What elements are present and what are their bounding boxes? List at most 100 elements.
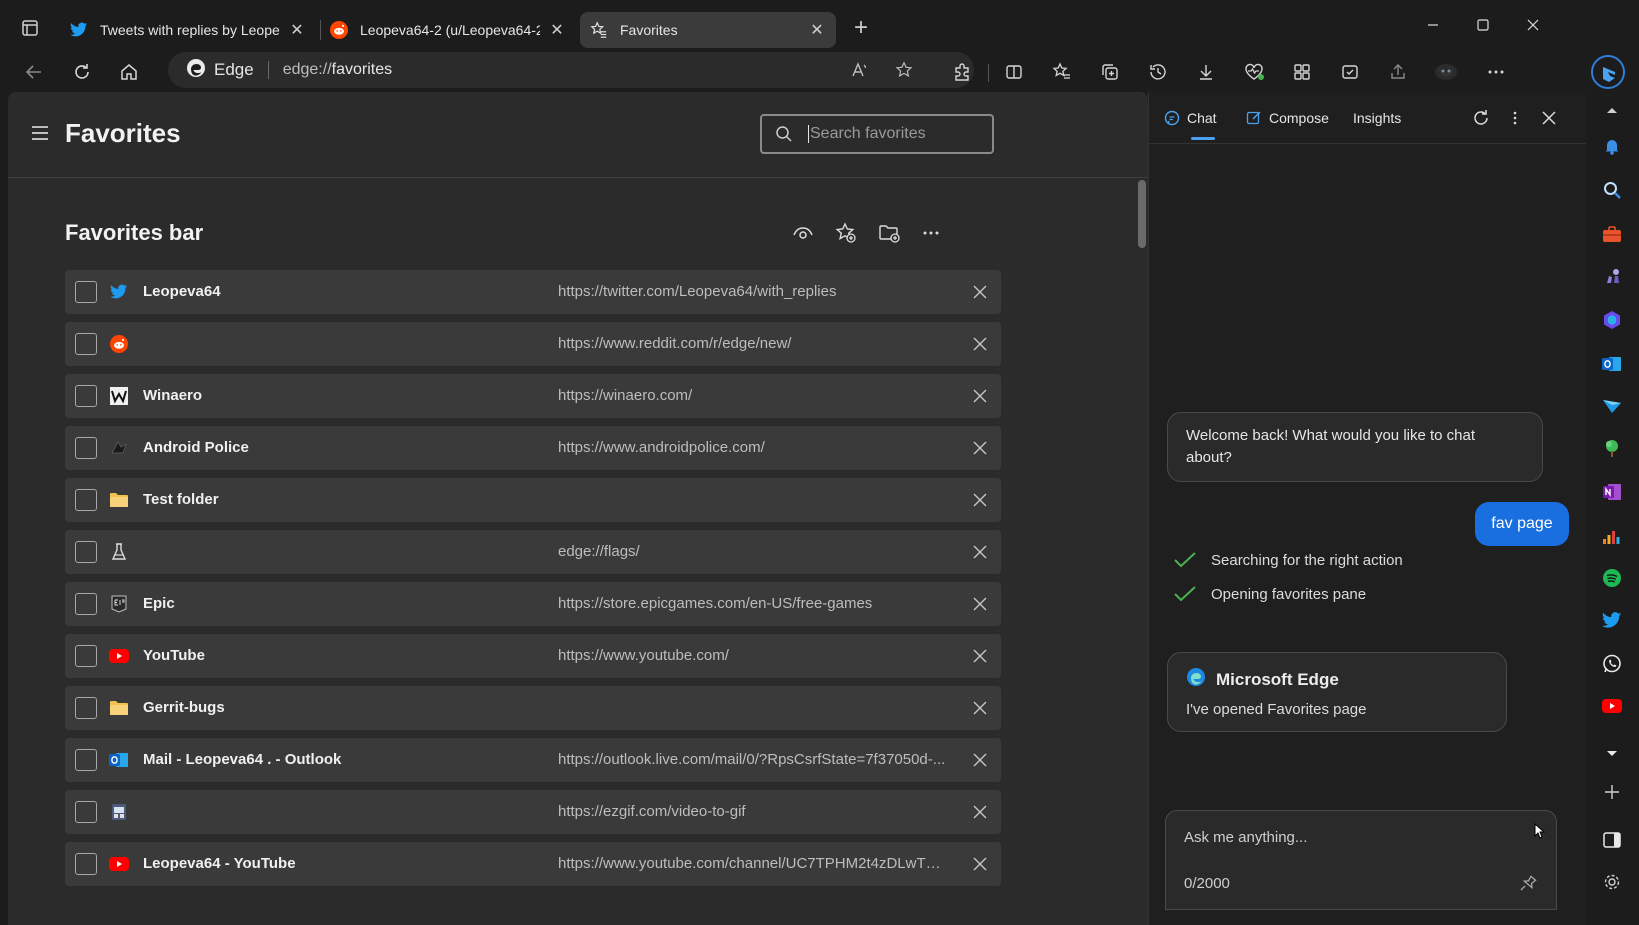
tree-icon[interactable] (1598, 434, 1626, 462)
back-button[interactable] (18, 56, 50, 88)
scroll-up-icon[interactable] (1598, 96, 1626, 124)
search-input[interactable] (808, 125, 978, 143)
favorites-icon[interactable] (1046, 56, 1078, 88)
hide-sidebar-icon[interactable] (1598, 826, 1626, 854)
maximize-button[interactable] (1460, 10, 1506, 40)
row-checkbox[interactable] (75, 853, 97, 875)
close-tab-icon[interactable]: ✕ (548, 21, 566, 39)
favorite-folder-row[interactable]: Gerrit-bugs (65, 686, 1001, 730)
minimize-button[interactable] (1410, 10, 1456, 40)
tab-favorites[interactable]: Favorites ✕ (580, 12, 836, 48)
delete-icon[interactable] (969, 281, 991, 303)
microsoft365-icon[interactable] (1598, 306, 1626, 334)
row-checkbox[interactable] (75, 697, 97, 719)
row-checkbox[interactable] (75, 281, 97, 303)
equalizer-icon[interactable] (1598, 522, 1626, 550)
row-checkbox[interactable] (75, 749, 97, 771)
collections-icon[interactable] (1094, 56, 1126, 88)
chat-input[interactable]: Ask me anything... 0/2000 (1165, 810, 1557, 910)
add-folder-icon[interactable] (874, 218, 904, 248)
favorite-row[interactable]: https://www.reddit.com/r/edge/new/ (65, 322, 1001, 366)
whatsapp-icon[interactable] (1598, 650, 1626, 678)
tab-actions-icon[interactable] (14, 12, 46, 44)
refresh-button[interactable] (66, 56, 98, 88)
address-bar[interactable]: Edge edge://favorites (168, 52, 974, 88)
read-aloud-icon[interactable] (844, 54, 876, 86)
url-text[interactable]: edge://favorites (283, 61, 392, 79)
drop-icon[interactable] (1598, 392, 1626, 420)
row-checkbox[interactable] (75, 645, 97, 667)
onenote-icon[interactable] (1598, 478, 1626, 506)
row-checkbox[interactable] (75, 489, 97, 511)
favorite-name[interactable]: Gerrit-bugs (143, 699, 225, 716)
scroll-down-icon[interactable] (1598, 740, 1626, 768)
pane-more-icon[interactable] (1501, 104, 1529, 132)
spotify-icon[interactable] (1598, 564, 1626, 592)
sidebar-settings-icon[interactable] (1598, 868, 1626, 896)
delete-icon[interactable] (969, 489, 991, 511)
home-button[interactable] (113, 56, 145, 88)
split-screen-icon[interactable] (998, 56, 1030, 88)
favorite-row[interactable]: Epic https://store.epicgames.com/en-US/f… (65, 582, 1001, 626)
delete-icon[interactable] (969, 385, 991, 407)
apps-icon[interactable] (1286, 56, 1318, 88)
more-options-icon[interactable] (916, 218, 946, 248)
extensions-icon[interactable] (946, 56, 978, 88)
more-menu-icon[interactable] (1480, 56, 1512, 88)
history-icon[interactable] (1142, 56, 1174, 88)
tab-chat[interactable]: Chat (1163, 106, 1217, 140)
delete-icon[interactable] (969, 541, 991, 563)
close-pane-icon[interactable] (1535, 104, 1563, 132)
row-checkbox[interactable] (75, 593, 97, 615)
games-icon[interactable] (1598, 262, 1626, 290)
favorite-name[interactable]: Winaero (143, 387, 202, 404)
edge-chip[interactable]: Edge (186, 58, 254, 83)
chat-input-placeholder[interactable]: Ask me anything... (1184, 829, 1307, 846)
delete-icon[interactable] (969, 853, 991, 875)
favorite-row[interactable]: edge://flags/ (65, 530, 1001, 574)
favorite-row[interactable]: https://ezgif.com/video-to-gif (65, 790, 1001, 834)
close-tab-icon[interactable]: ✕ (808, 21, 826, 39)
favorite-row[interactable]: YouTube https://www.youtube.com/ (65, 634, 1001, 678)
delete-icon[interactable] (969, 645, 991, 667)
row-checkbox[interactable] (75, 385, 97, 407)
delete-icon[interactable] (969, 697, 991, 719)
add-favorite-icon[interactable] (831, 218, 861, 248)
delete-icon[interactable] (969, 437, 991, 459)
notifications-icon[interactable] (1598, 132, 1626, 160)
refresh-chat-icon[interactable] (1467, 104, 1495, 132)
delete-icon[interactable] (969, 801, 991, 823)
favorite-name[interactable]: Epic (143, 595, 175, 612)
new-tab-button[interactable]: + (845, 12, 877, 44)
favorite-name[interactable]: Leopeva64 - YouTube (143, 855, 296, 872)
delete-icon[interactable] (969, 749, 991, 771)
favorite-row[interactable]: Mail - Leopeva64 . - Outlook https://out… (65, 738, 1001, 782)
browser-essentials-icon[interactable] (1238, 56, 1270, 88)
twitter-sidebar-icon[interactable] (1598, 606, 1626, 634)
favorite-name[interactable]: Mail - Leopeva64 . - Outlook (143, 751, 341, 768)
row-checkbox[interactable] (75, 437, 97, 459)
favorite-name[interactable]: YouTube (143, 647, 205, 664)
add-sidebar-app-icon[interactable] (1598, 778, 1626, 806)
favorite-folder-row[interactable]: Test folder (65, 478, 1001, 522)
close-window-button[interactable] (1510, 10, 1556, 40)
search-box[interactable] (760, 114, 994, 154)
show-favorites-bar-icon[interactable] (788, 218, 818, 248)
delete-icon[interactable] (969, 593, 991, 615)
row-checkbox[interactable] (75, 801, 97, 823)
profile-avatar-icon[interactable] (1430, 56, 1462, 88)
outlook-sidebar-icon[interactable] (1598, 350, 1626, 378)
tab-compose[interactable]: Compose (1245, 106, 1329, 130)
menu-icon[interactable] (26, 119, 54, 147)
favorite-name[interactable]: Android Police (143, 439, 249, 456)
favorite-row[interactable]: Leopeva64 https://twitter.com/Leopeva64/… (65, 270, 1001, 314)
share-icon[interactable] (1382, 56, 1414, 88)
youtube-sidebar-icon[interactable] (1598, 692, 1626, 720)
performance-icon[interactable] (1334, 56, 1366, 88)
favorite-row[interactable]: Leopeva64 - YouTube https://www.youtube.… (65, 842, 1001, 886)
tab-reddit[interactable]: Leopeva64-2 (u/Leopeva64-2) - R ✕ (320, 12, 576, 48)
downloads-icon[interactable] (1190, 56, 1222, 88)
close-tab-icon[interactable]: ✕ (288, 21, 306, 39)
pin-icon[interactable] (1516, 871, 1540, 895)
tab-insights[interactable]: Insights (1353, 106, 1401, 130)
